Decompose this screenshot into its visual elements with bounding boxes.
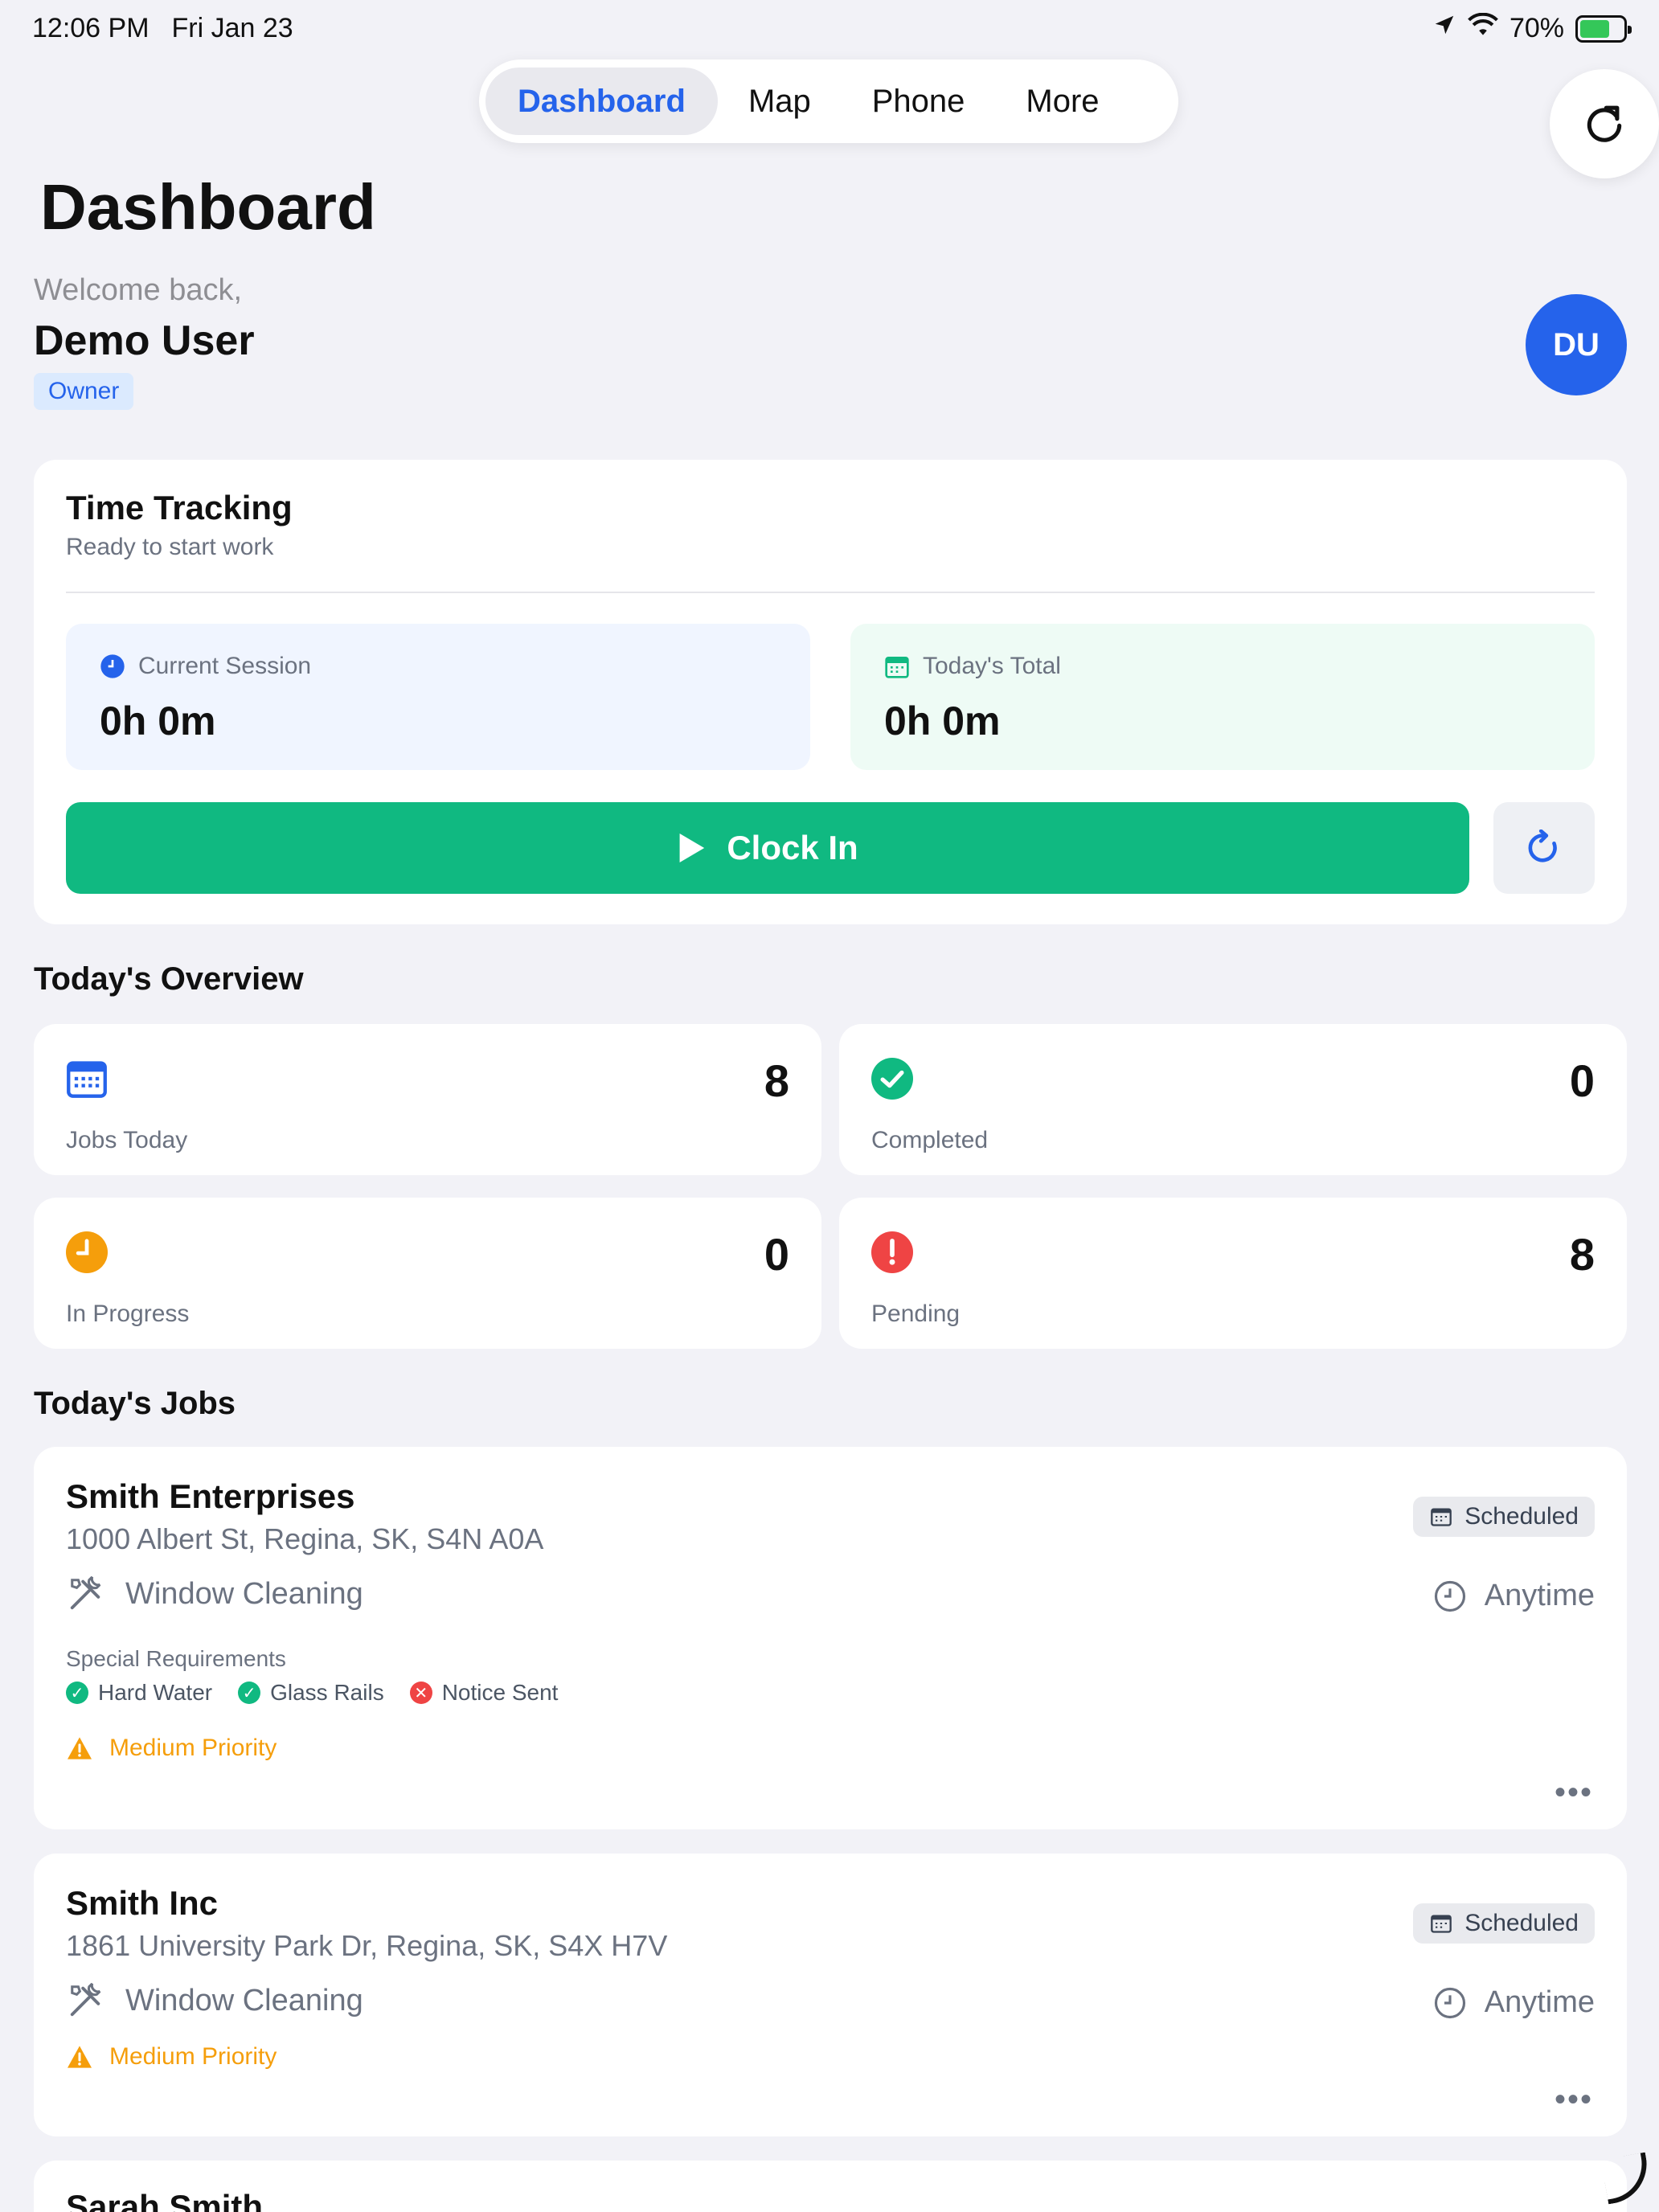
stat-jobs-today[interactable]: Jobs Today 8 [34,1024,821,1175]
overview-heading: Today's Overview [34,961,304,997]
requirement-item: ✓ Hard Water [66,1680,212,1706]
clock-icon [100,654,125,678]
job-card[interactable]: Smith Enterprises 1000 Albert St, Regina… [34,1447,1627,1829]
job-customer-name: Smith Inc [66,1884,219,1922]
role-badge: Owner [34,373,134,410]
refresh-icon [1528,830,1557,862]
status-time: 12:06 PM [32,13,150,43]
clock-in-button[interactable]: Clock In [66,802,1469,894]
stat-pending[interactable]: Pending 8 [839,1198,1627,1349]
check-icon: ✓ [238,1682,261,1704]
stat-label: Completed [871,1127,989,1153]
tab-phone[interactable]: Phone [842,68,996,135]
clock-icon [66,1231,108,1273]
job-card[interactable]: Sarah Smith [34,2161,1627,2212]
tab-dashboard[interactable]: Dashboard [485,68,718,135]
current-session-box: Current Session 0h 0m [66,624,810,770]
refresh-button[interactable] [1550,69,1659,178]
stat-value: 8 [764,1055,789,1106]
tab-more[interactable]: More [995,68,1129,135]
job-customer-name: Sarah Smith [66,2188,264,2212]
stat-completed[interactable]: Completed 0 [839,1024,1627,1175]
stat-value: 0 [764,1229,789,1280]
tools-icon [70,1575,101,1610]
job-service: Window Cleaning [125,1983,363,2017]
status-date: Fri Jan 23 [171,13,293,43]
priority-label: Medium Priority [109,1735,277,1761]
time-tracking-subtitle: Ready to start work [66,534,274,560]
jobs-heading: Today's Jobs [34,1386,236,1421]
battery-icon [1575,14,1632,43]
calendar-icon [1431,1508,1452,1526]
job-address: 1000 Albert St, Regina, SK, S4N A0A [66,1522,544,1555]
calendar-icon [885,657,909,678]
requirement-item: ✓ Glass Rails [238,1680,384,1706]
more-options-icon[interactable]: ••• [1555,1775,1593,1811]
avatar[interactable]: DU [1526,294,1627,395]
status-bar-right: 70% [1432,12,1632,44]
time-tracking-title: Time Tracking [66,489,293,526]
x-icon: ✕ [409,1682,432,1704]
welcome-text: Welcome back, [34,273,243,307]
scroll-indicator [1600,2152,1653,2205]
status-label: Scheduled [1464,1910,1579,1936]
job-customer-name: Smith Enterprises [66,1477,355,1515]
stat-in-progress[interactable]: In Progress 0 [34,1198,821,1349]
stat-value: 8 [1569,1229,1595,1280]
job-service: Window Cleaning [125,1576,363,1611]
status-bar-left: 12:06 PM Fri Jan 23 [32,13,293,44]
status-label: Scheduled [1464,1503,1579,1530]
clock-in-label: Clock In [727,829,858,866]
calendar-icon [1431,1915,1452,1933]
requirements-title: Special Requirements [66,1646,286,1671]
wifi-icon [1468,12,1498,44]
today-total-value: 0h 0m [884,698,1001,743]
location-icon [1432,13,1456,44]
tab-map[interactable]: Map [718,68,842,135]
clock-outline-icon [1434,1580,1465,1612]
alert-circle-icon [871,1231,913,1273]
requirement-item: ✕ Notice Sent [409,1680,558,1706]
job-time: Anytime [1484,1985,1595,2019]
priority-label: Medium Priority [109,2043,277,2070]
today-total-label: Today's Total [923,653,1061,679]
stat-value: 0 [1569,1055,1595,1106]
job-address: 1861 University Park Dr, Regina, SK, S4X… [66,1929,668,1962]
time-refresh-button[interactable] [1493,802,1595,894]
current-session-label: Current Session [138,653,312,679]
stat-label: In Progress [66,1301,190,1327]
check-circle-icon [871,1058,913,1100]
refresh-icon [1587,105,1622,142]
status-badge: Scheduled [1413,1497,1595,1537]
requirements-list: ✓ Hard Water ✓ Glass Rails ✕ Notice Sent [66,1680,558,1706]
job-card[interactable]: Smith Inc 1861 University Park Dr, Regin… [34,1854,1627,2136]
warning-icon [68,2046,92,2068]
current-session-value: 0h 0m [100,698,216,743]
play-icon [679,834,705,862]
more-options-icon[interactable]: ••• [1555,2082,1593,2118]
stat-label: Pending [871,1301,961,1327]
battery-percent: 70% [1509,13,1564,43]
calendar-icon [67,1061,107,1098]
user-name: Demo User [34,317,255,364]
divider [66,592,1595,593]
stat-label: Jobs Today [66,1127,188,1153]
job-time: Anytime [1484,1579,1595,1612]
today-total-box: Today's Total 0h 0m [850,624,1595,770]
warning-icon [68,1737,92,1759]
check-icon: ✓ [66,1682,88,1704]
clock-outline-icon [1434,1987,1465,2018]
status-badge: Scheduled [1413,1903,1595,1944]
tab-bar: Dashboard Map Phone More [479,59,1178,143]
page-title: Dashboard [40,171,376,243]
tools-icon [70,1982,101,2017]
time-tracking-card: Time Tracking Ready to start work Curren… [34,460,1627,924]
